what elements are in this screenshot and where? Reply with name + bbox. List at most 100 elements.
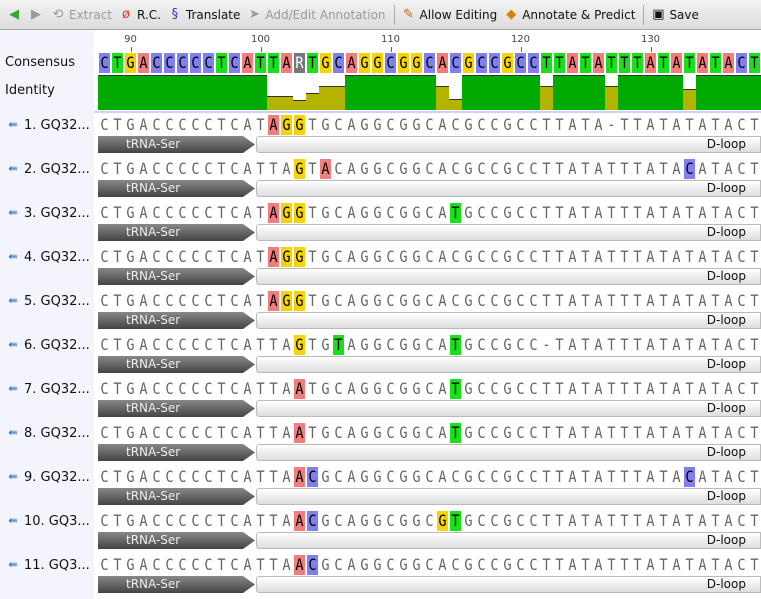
d-loop-annotation[interactable]: D-loop: [256, 488, 761, 505]
translate-icon: §: [171, 6, 179, 22]
d-loop-annotation[interactable]: D-loop: [256, 136, 761, 153]
base: C: [386, 335, 395, 354]
sequence-name[interactable]: ⇚ 4. GQ32...: [6, 249, 89, 265]
d-loop-annotation[interactable]: D-loop: [256, 356, 761, 373]
base: C: [529, 247, 538, 266]
d-loop-annotation[interactable]: D-loop: [256, 576, 761, 593]
add-edit-annotation-button[interactable]: ➤ Add/Edit Annotation: [246, 7, 386, 23]
translate-button[interactable]: § Translate: [167, 7, 241, 23]
trna-ser-annotation[interactable]: tRNA-Ser: [98, 268, 255, 285]
base: C: [425, 511, 434, 530]
consensus-base: T: [267, 53, 280, 73]
base: C: [204, 115, 213, 134]
sequence-name[interactable]: ⇚ 1. GQ32...: [6, 117, 89, 133]
d-loop-annotation[interactable]: D-loop: [256, 312, 761, 329]
identity-bar: [592, 75, 605, 110]
sequence-name[interactable]: ⇚ 7. GQ32...: [6, 381, 89, 397]
d-loop-annotation[interactable]: D-loop: [256, 180, 761, 197]
base: A: [282, 555, 291, 574]
base: T: [113, 159, 122, 178]
base: T: [750, 379, 759, 398]
base: C: [230, 555, 239, 574]
base: G: [412, 247, 421, 266]
consensus-base: C: [163, 53, 176, 73]
trna-ser-annotation[interactable]: tRNA-Ser: [98, 576, 255, 593]
base: G: [464, 423, 473, 442]
trna-ser-annotation[interactable]: tRNA-Ser: [98, 488, 255, 505]
base: T: [685, 115, 694, 134]
base: A: [347, 467, 356, 486]
sequence-name[interactable]: ⇚ 9. GQ32...: [6, 469, 89, 485]
consensus-base: C: [98, 53, 111, 73]
base: T: [750, 203, 759, 222]
base: G: [503, 203, 512, 222]
base: A: [243, 291, 252, 310]
consensus-base: G: [462, 53, 475, 73]
trna-ser-annotation[interactable]: tRNA-Ser: [98, 312, 255, 329]
sequence-name[interactable]: ⇚ 8. GQ32...: [6, 425, 89, 441]
d-loop-annotation[interactable]: D-loop: [256, 400, 761, 417]
base: G: [360, 379, 369, 398]
allow-editing-label: Allow Editing: [419, 7, 498, 22]
base: C: [737, 159, 746, 178]
d-loop-annotation[interactable]: D-loop: [256, 444, 761, 461]
identity-bar: [631, 75, 644, 110]
base: T: [620, 511, 629, 530]
trna-ser-annotation[interactable]: tRNA-Ser: [98, 180, 255, 197]
base: T: [685, 555, 694, 574]
trna-ser-annotation[interactable]: tRNA-Ser: [98, 224, 255, 241]
d-loop-annotation[interactable]: D-loop: [256, 268, 761, 285]
base: G: [360, 467, 369, 486]
trna-ser-annotation[interactable]: tRNA-Ser: [98, 356, 255, 373]
base: T: [711, 291, 720, 310]
sequence-name[interactable]: ⇚ 5. GQ32...: [6, 293, 89, 309]
base: C: [230, 291, 239, 310]
base: T: [542, 511, 551, 530]
base: C: [334, 247, 343, 266]
base: C: [386, 555, 395, 574]
base: G: [126, 467, 135, 486]
base: G: [464, 335, 473, 354]
base: A: [724, 379, 733, 398]
sequence-name[interactable]: ⇚ 10. GQ3...: [6, 513, 89, 529]
base: T: [542, 115, 551, 134]
base: A: [139, 335, 148, 354]
rc-button[interactable]: ø R.C.: [118, 7, 161, 23]
back-button[interactable]: ◀: [6, 7, 22, 23]
base: C: [334, 203, 343, 222]
base: T: [217, 247, 226, 266]
d-loop-annotation[interactable]: D-loop: [256, 224, 761, 241]
trna-ser-annotation[interactable]: tRNA-Ser: [98, 400, 255, 417]
base: G: [293, 335, 306, 355]
base: C: [386, 423, 395, 442]
base: C: [516, 247, 525, 266]
base: C: [152, 555, 161, 574]
base: C: [230, 423, 239, 442]
identity-bar: [98, 75, 111, 110]
base: A: [646, 203, 655, 222]
allow-editing-button[interactable]: ✎ Allow Editing: [401, 7, 498, 23]
base: A: [293, 423, 306, 443]
base: C: [191, 247, 200, 266]
base: G: [399, 423, 408, 442]
extract-button[interactable]: ⟲ Extract: [50, 7, 112, 23]
trna-ser-annotation[interactable]: tRNA-Ser: [98, 532, 255, 549]
base: G: [321, 511, 330, 530]
base: C: [529, 159, 538, 178]
sequence-name[interactable]: ⇚ 6. GQ32...: [6, 337, 89, 353]
annotate-predict-button[interactable]: ◆ Annotate & Predict: [503, 7, 635, 23]
forward-button[interactable]: ▶: [28, 7, 44, 23]
identity-bar: [722, 75, 735, 110]
trna-ser-annotation[interactable]: tRNA-Ser: [98, 136, 255, 153]
base: T: [256, 291, 265, 310]
sequence-name[interactable]: ⇚ 11. GQ3...: [6, 557, 89, 573]
save-button[interactable]: ▣ Save: [650, 7, 699, 23]
base: G: [360, 423, 369, 442]
d-loop-annotation[interactable]: D-loop: [256, 532, 761, 549]
sequence-name[interactable]: ⇚ 3. GQ32...: [6, 205, 89, 221]
base: G: [412, 379, 421, 398]
base: A: [243, 555, 252, 574]
trna-ser-annotation[interactable]: tRNA-Ser: [98, 444, 255, 461]
base: C: [191, 203, 200, 222]
sequence-name[interactable]: ⇚ 2. GQ32...: [6, 161, 89, 177]
